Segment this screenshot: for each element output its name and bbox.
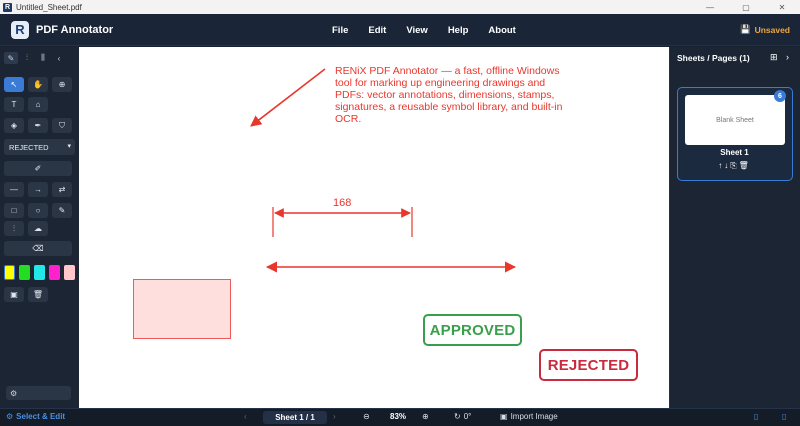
color-swatch-pink[interactable] — [64, 265, 75, 280]
gear-icon: ⚙ — [6, 412, 14, 421]
tag-tool-icon[interactable]: ⌂ — [28, 97, 48, 112]
image-tool-icon[interactable]: ▣ — [4, 287, 24, 302]
tools-tab-icon[interactable]: ✎ — [4, 52, 18, 64]
double-arrow-tool-icon[interactable]: ⇄ — [52, 182, 72, 197]
library-tab-icon[interactable]: ⫼ — [36, 52, 50, 64]
unsaved-label: Unsaved — [754, 24, 790, 35]
toggle-right-panel-icon[interactable]: ▯ — [782, 412, 786, 421]
approved-stamp[interactable]: APPROVED — [423, 314, 522, 346]
pan-tool-icon[interactable]: ✋ — [28, 77, 48, 92]
menu-view[interactable]: View — [406, 25, 427, 36]
cloud-tool-icon[interactable]: ☁ — [28, 221, 48, 236]
eraser-tool-icon[interactable]: ⌫ — [4, 241, 72, 256]
sheet-name: Sheet 1 — [720, 148, 749, 157]
annotation-count-badge: 6 — [774, 90, 786, 102]
sheet-indicator: Sheet 1 / 1 — [263, 411, 327, 424]
main-menu: File Edit View Help About — [332, 14, 536, 46]
zoom-in-icon[interactable]: ⊕ — [422, 412, 429, 421]
dimension-tool-icon[interactable]: ⫶ — [4, 221, 24, 236]
rejected-stamp[interactable]: REJECTED — [539, 349, 638, 381]
add-page-icon[interactable]: ⊞ — [770, 52, 778, 63]
close-button[interactable]: ✕ — [764, 0, 800, 14]
mode-indicator: ⚙ Select & Edit — [6, 412, 65, 421]
status-bar: ⚙ Select & Edit ‹ Sheet 1 / 1 › ⊖ 83% ⊕ … — [0, 408, 800, 426]
color-swatch-cyan[interactable] — [34, 265, 45, 280]
rectangle-tool-icon[interactable]: □ — [4, 203, 24, 218]
arrow-tool-icon[interactable]: → — [28, 182, 48, 197]
dimension-label[interactable]: 168 — [333, 197, 351, 209]
rectangle-annotation[interactable] — [133, 279, 231, 339]
ellipse-tool-icon[interactable]: ○ — [28, 203, 48, 218]
stamp-tool-icon[interactable]: ⛉ — [52, 118, 72, 133]
stamp-select[interactable]: REJECTED ▾ — [4, 139, 75, 155]
canvas-area: RENiX PDF Annotator — a fast, offline Wi… — [79, 47, 669, 408]
window-titlebar: R Untitled_Sheet.pdf — ▢ ✕ — [0, 0, 800, 14]
zoom-out-icon[interactable]: ⊖ — [363, 412, 370, 421]
import-image-button[interactable]: ▣ Import Image — [500, 412, 558, 421]
maximize-button[interactable]: ▢ — [728, 0, 764, 14]
pages-panel: Sheets / Pages (1) ⊞ › Blank Sheet 6 She… — [669, 47, 800, 408]
highlighter-tool-icon[interactable]: ✐ — [4, 161, 72, 176]
collapse-pages-icon[interactable]: › — [786, 52, 789, 62]
text-tool-icon[interactable]: T — [4, 97, 24, 112]
window-controls: — ▢ ✕ — [692, 0, 800, 14]
rotate-button[interactable]: ↻ 0° — [454, 412, 471, 421]
tool-panel: ✎ ⫶ ⫼ ‹ ↖ ✋ ⊕ T ⌂ ◈ ✒ ⛉ REJECTED ▾ ✐ — →… — [0, 47, 79, 408]
symbol-tool-icon[interactable]: ◈ — [4, 118, 24, 133]
prev-sheet-icon[interactable]: ‹ — [244, 412, 247, 421]
toggle-left-panel-icon[interactable]: ▯ — [754, 412, 758, 421]
zoom-tool-icon[interactable]: ⊕ — [52, 77, 72, 92]
unsaved-status: 💾 Unsaved — [740, 24, 790, 35]
trash-icon[interactable]: 🗑 — [739, 161, 751, 170]
pages-panel-title: Sheets / Pages (1) — [677, 53, 750, 63]
gear-icon: ⚙ — [10, 388, 18, 398]
menu-help[interactable]: Help — [448, 25, 469, 36]
collapse-panel-icon[interactable]: ‹ — [52, 52, 66, 64]
leader-arrow[interactable] — [250, 68, 326, 127]
sheet-thumbnail[interactable]: Blank Sheet — [685, 95, 785, 145]
color-swatch-green[interactable] — [19, 265, 30, 280]
line-tool-icon[interactable]: — — [4, 182, 24, 197]
app-header: R PDF Annotator File Edit View Help Abou… — [0, 14, 800, 46]
settings-button[interactable]: ⚙ — [6, 386, 71, 400]
app-icon: R — [3, 2, 12, 12]
freehand-tool-icon[interactable]: ✎ — [52, 203, 72, 218]
menu-about[interactable]: About — [488, 25, 515, 36]
menu-edit[interactable]: Edit — [368, 25, 386, 36]
app-name: PDF Annotator — [36, 23, 114, 36]
import-image-label: Import Image — [510, 412, 558, 421]
signature-tool-icon[interactable]: ✒ — [28, 118, 48, 133]
zoom-level: 83% — [390, 412, 407, 421]
sheet-actions: ↑↓⎘🗑 — [678, 161, 791, 171]
app-logo: R — [11, 20, 29, 39]
delete-tool-icon[interactable]: 🗑 — [28, 287, 48, 302]
mode-label: Select & Edit — [16, 412, 66, 421]
duplicate-icon[interactable]: ⎘ — [730, 161, 738, 170]
save-icon: 💾 — [739, 24, 751, 34]
tool-panel-tabs: ✎ ⫶ ⫼ ‹ — [4, 52, 66, 64]
stamp-select-value: REJECTED — [9, 142, 49, 152]
color-swatch-magenta[interactable] — [49, 265, 60, 280]
rotation-value: 0° — [463, 412, 472, 421]
sheet-card[interactable]: Blank Sheet 6 Sheet 1 ↑↓⎘🗑 — [677, 87, 793, 181]
rotate-icon: ↻ — [454, 412, 461, 421]
minimize-button[interactable]: — — [692, 0, 728, 14]
window-title: Untitled_Sheet.pdf — [16, 2, 82, 12]
menu-file[interactable]: File — [332, 25, 348, 36]
chevron-down-icon: ▾ — [67, 143, 71, 150]
text-annotation[interactable]: RENiX PDF Annotator — a fast, offline Wi… — [335, 65, 565, 125]
select-tool-icon[interactable]: ↖ — [4, 77, 24, 92]
properties-tab-icon[interactable]: ⫶ — [20, 52, 34, 64]
next-sheet-icon[interactable]: › — [333, 412, 336, 421]
image-icon: ▣ — [500, 412, 508, 421]
color-swatch-yellow[interactable] — [4, 265, 15, 280]
drawing-sheet[interactable]: RENiX PDF Annotator — a fast, offline Wi… — [79, 47, 669, 408]
